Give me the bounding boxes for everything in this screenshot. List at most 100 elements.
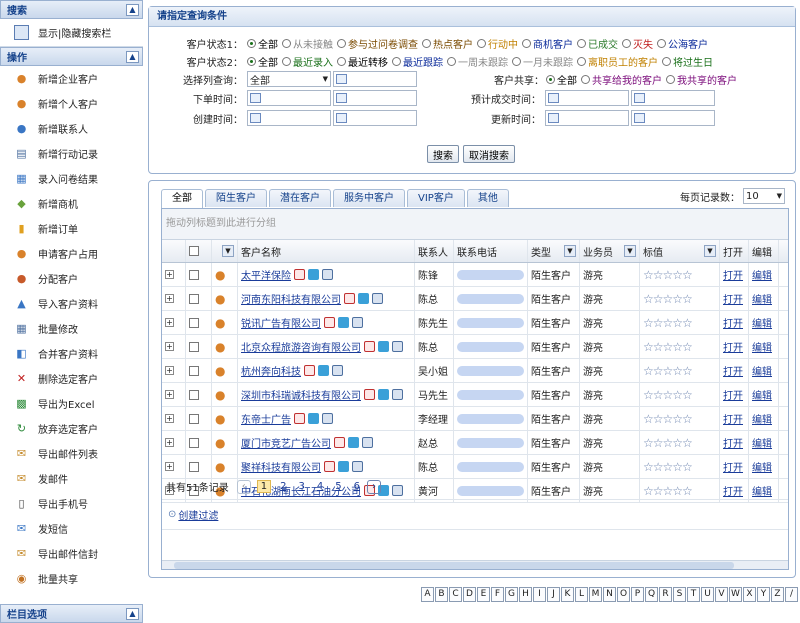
- table-icon[interactable]: [392, 341, 403, 352]
- update-time-to[interactable]: [631, 110, 715, 126]
- alphabet-letter[interactable]: Y: [757, 587, 770, 602]
- status1-radio-dot[interactable]: [577, 38, 586, 48]
- alphabet-letter[interactable]: P: [631, 587, 644, 602]
- select-all-checkbox[interactable]: [189, 246, 199, 256]
- create-time-from[interactable]: [247, 110, 331, 126]
- status2-radio[interactable]: 最近转移: [337, 54, 388, 69]
- chevron-down-icon[interactable]: ▼: [222, 245, 234, 257]
- status1-radio-dot[interactable]: [282, 38, 291, 48]
- table-icon[interactable]: [392, 389, 403, 400]
- order-time-from[interactable]: [247, 90, 331, 106]
- alphabet-letter[interactable]: B: [435, 587, 448, 602]
- chevron-down-icon[interactable]: ▼: [624, 245, 636, 257]
- sidebar-op-item[interactable]: ✉ 发邮件: [0, 466, 143, 491]
- alphabet-letter[interactable]: G: [505, 587, 518, 602]
- sidebar-op-item[interactable]: ✉ 发短信: [0, 516, 143, 541]
- open-link[interactable]: 打开: [723, 363, 743, 378]
- share-radio-dot[interactable]: [666, 74, 675, 84]
- star-rating-icon[interactable]: ☆☆☆☆☆: [643, 436, 693, 450]
- alphabet-letter[interactable]: /: [785, 587, 798, 602]
- g-icon[interactable]: [348, 437, 359, 448]
- status2-radio-dot[interactable]: [512, 56, 521, 66]
- table-icon[interactable]: [372, 293, 383, 304]
- calendar-icon[interactable]: [336, 93, 347, 103]
- alphabet-letter[interactable]: A: [421, 587, 434, 602]
- row-checkbox[interactable]: [189, 413, 199, 424]
- tree-icon[interactable]: [344, 293, 355, 304]
- g-icon[interactable]: [338, 461, 349, 472]
- sidebar-op-item[interactable]: ● 新增个人客户: [0, 91, 143, 116]
- star-rating-icon[interactable]: ☆☆☆☆☆: [643, 268, 693, 282]
- tree-icon[interactable]: [294, 269, 305, 280]
- table-icon[interactable]: [322, 413, 333, 424]
- sidebar-op-item[interactable]: ● 申请客户占用: [0, 241, 143, 266]
- alphabet-letter[interactable]: U: [701, 587, 714, 602]
- star-rating-icon[interactable]: ☆☆☆☆☆: [643, 316, 693, 330]
- alphabet-letter[interactable]: E: [477, 587, 490, 602]
- collapse-ops-icon[interactable]: ▲: [126, 50, 139, 63]
- customer-name-link[interactable]: 太平洋保险: [241, 267, 291, 282]
- status2-radio-dot[interactable]: [247, 56, 256, 66]
- page-number[interactable]: 5: [332, 481, 344, 492]
- tree-icon[interactable]: [324, 461, 335, 472]
- customer-name-link[interactable]: 锐讯广告有限公司: [241, 315, 321, 330]
- sidebar-op-item[interactable]: ▦ 批量修改: [0, 316, 143, 341]
- col-contact-header[interactable]: 联系人: [415, 240, 454, 262]
- customer-name-link[interactable]: 聚祥科技有限公司: [241, 459, 321, 474]
- row-checkbox[interactable]: [189, 317, 199, 328]
- alphabet-letter[interactable]: S: [673, 587, 686, 602]
- group-by-area[interactable]: 拖动列标题到此进行分组: [162, 209, 788, 240]
- status1-radio-dot[interactable]: [522, 38, 531, 48]
- open-link[interactable]: 打开: [723, 435, 743, 450]
- open-link[interactable]: 打开: [723, 459, 743, 474]
- alphabet-letter[interactable]: M: [589, 587, 602, 602]
- order-time-to[interactable]: [333, 90, 417, 106]
- alphabet-letter[interactable]: C: [449, 587, 462, 602]
- status2-radio[interactable]: 最近跟踪: [392, 54, 443, 69]
- alphabet-letter[interactable]: O: [617, 587, 630, 602]
- sidebar-op-item[interactable]: ↻ 放弃选定客户: [0, 416, 143, 441]
- star-rating-icon[interactable]: ☆☆☆☆☆: [643, 460, 693, 474]
- share-radio-dot[interactable]: [546, 74, 555, 84]
- status1-radio-dot[interactable]: [477, 38, 486, 48]
- sidebar-op-item[interactable]: ◆ 新增商机: [0, 191, 143, 216]
- cancel-search-button[interactable]: 取消搜索: [463, 145, 515, 163]
- calendar-icon[interactable]: [634, 93, 645, 103]
- star-rating-icon[interactable]: ☆☆☆☆☆: [643, 412, 693, 426]
- alphabet-letter[interactable]: I: [533, 587, 546, 602]
- g-icon[interactable]: [378, 389, 389, 400]
- expand-icon[interactable]: +: [165, 414, 174, 423]
- column-options-header[interactable]: 栏目选项 ▲: [0, 604, 143, 623]
- scroll-thumb[interactable]: [174, 562, 734, 569]
- table-icon[interactable]: [322, 269, 333, 280]
- row-checkbox[interactable]: [189, 293, 199, 304]
- tab-customer[interactable]: 服务中客户: [333, 189, 405, 207]
- row-checkbox[interactable]: [189, 269, 199, 280]
- sidebar-op-item[interactable]: ● 分配客户: [0, 266, 143, 291]
- status1-radio[interactable]: 全部: [247, 36, 278, 51]
- col-open-header[interactable]: 打开: [720, 240, 749, 262]
- expand-icon[interactable]: +: [165, 390, 174, 399]
- alphabet-letter[interactable]: L: [575, 587, 588, 602]
- tab-customer[interactable]: 全部: [161, 189, 203, 208]
- row-checkbox[interactable]: [189, 437, 199, 448]
- star-rating-icon[interactable]: ☆☆☆☆☆: [643, 340, 693, 354]
- sidebar-op-item[interactable]: ▮ 新增订单: [0, 216, 143, 241]
- col-edit-header[interactable]: 编辑: [749, 240, 779, 262]
- g-icon[interactable]: [338, 317, 349, 328]
- open-link[interactable]: 打开: [723, 291, 743, 306]
- search-panel-header[interactable]: 搜索 ▲: [0, 0, 143, 19]
- col-rating-header[interactable]: 标值 ▼: [640, 240, 720, 262]
- g-icon[interactable]: [358, 293, 369, 304]
- customer-name-link[interactable]: 北京众程旅游咨询有限公司: [241, 339, 361, 354]
- star-rating-icon[interactable]: ☆☆☆☆☆: [643, 292, 693, 306]
- sidebar-op-item[interactable]: ▩ 导出为Excel: [0, 391, 143, 416]
- edit-link[interactable]: 编辑: [752, 315, 772, 330]
- next-page-icon[interactable]: ›: [366, 479, 381, 494]
- status1-radio[interactable]: 参与过问卷调查: [337, 36, 418, 51]
- edit-link[interactable]: 编辑: [752, 459, 772, 474]
- create-time-to[interactable]: [333, 110, 417, 126]
- edit-link[interactable]: 编辑: [752, 363, 772, 378]
- g-icon[interactable]: [378, 341, 389, 352]
- prev-page-icon[interactable]: ‹: [236, 479, 251, 494]
